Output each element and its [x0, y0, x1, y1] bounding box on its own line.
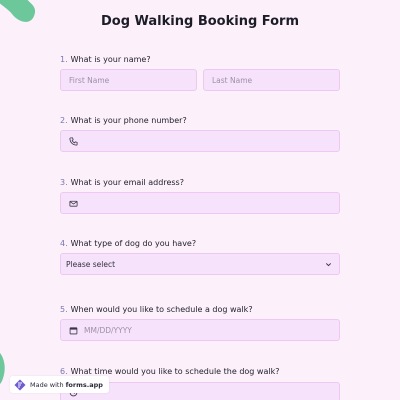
question-1-label: 1. What is your name?: [60, 55, 151, 64]
badge-prefix: Made with: [30, 380, 64, 389]
dog-type-value: Please select: [66, 259, 116, 269]
question-number: 1.: [60, 55, 68, 64]
date-input[interactable]: MM/DD/YYYY: [60, 319, 340, 341]
calendar-icon: [69, 326, 78, 335]
phone-input[interactable]: [60, 130, 340, 152]
question-number: 5.: [60, 305, 68, 314]
question-text: What is your phone number?: [70, 116, 187, 125]
question-text: What time would you like to schedule the…: [70, 367, 280, 376]
question-number: 3.: [60, 178, 68, 187]
forms-app-logo-icon: [14, 379, 26, 391]
question-number: 6.: [60, 367, 68, 376]
date-placeholder: MM/DD/YYYY: [84, 325, 132, 335]
phone-icon: [69, 136, 78, 146]
question-number: 4.: [60, 239, 68, 248]
made-with-badge[interactable]: Made with forms.app: [10, 376, 109, 393]
email-input[interactable]: [60, 192, 340, 214]
first-name-placeholder: First Name: [69, 75, 110, 85]
first-name-input[interactable]: First Name: [60, 69, 197, 91]
question-6-label: 6. What time would you like to schedule t…: [60, 367, 279, 376]
question-number: 2.: [60, 116, 68, 125]
question-5-label: 5. When would you like to schedule a dog …: [60, 305, 253, 314]
last-name-input[interactable]: Last Name: [203, 69, 340, 91]
question-text: When would you like to schedule a dog wa…: [70, 305, 253, 314]
question-3-label: 3. What is your email address?: [60, 178, 184, 187]
question-2-label: 2. What is your phone number?: [60, 116, 187, 125]
question-text: What type of dog do you have?: [70, 239, 197, 248]
form-title: Dog Walking Booking Form: [100, 14, 300, 29]
question-text: What is your name?: [70, 55, 151, 64]
chevron-down-icon: [324, 260, 333, 269]
badge-brand: forms.app: [65, 380, 103, 389]
decorative-blob-left: [0, 353, 5, 385]
question-text: What is your email address?: [70, 178, 184, 187]
question-4-label: 4. What type of dog do you have?: [60, 239, 196, 248]
mail-icon: [69, 199, 78, 208]
dog-type-select[interactable]: Please select: [60, 253, 340, 275]
last-name-placeholder: Last Name: [212, 75, 253, 85]
